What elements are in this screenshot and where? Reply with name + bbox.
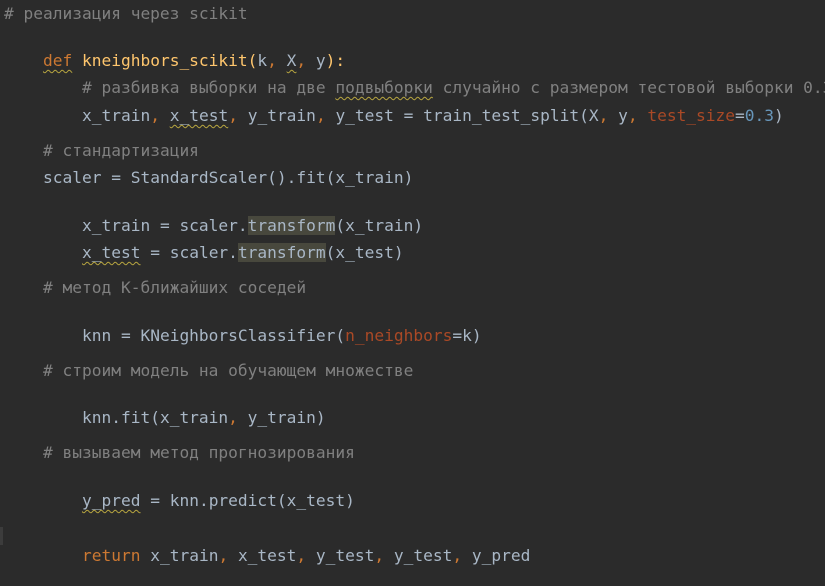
code-line-comment-implementation[interactable]: # реализация через scikit — [4, 4, 248, 24]
code-text: = scaler. — [140, 243, 238, 262]
gutter-marker — [0, 527, 3, 545]
sep: , — [296, 546, 316, 565]
sep: , — [150, 106, 170, 125]
sep: , — [228, 106, 248, 125]
code-text: y_train) — [247, 408, 326, 427]
var-y-train: y_train — [247, 106, 316, 125]
code-line-predict[interactable]: y_pred = knn.predict(x_test) — [43, 471, 355, 510]
var-x-test: x_test — [169, 106, 229, 125]
code-text: x_train — [140, 546, 219, 565]
var-x-train: x_train — [81, 106, 151, 125]
var-x-test: x_test — [81, 243, 141, 262]
code-text: y_pred — [471, 546, 531, 565]
code-text: (x_test) — [325, 243, 404, 262]
sep: , — [374, 546, 394, 565]
sep: , — [598, 106, 619, 125]
code-line-return[interactable]: return x_train, x_test, y_test, y_test, … — [43, 526, 530, 565]
code-line-scaler[interactable]: scaler = StandardScaler().fit(x_train) — [43, 168, 413, 188]
sep: , — [627, 106, 648, 125]
arg-y: y — [618, 106, 628, 125]
equals: = — [735, 106, 745, 125]
kwarg-n-neighbors: n_neighbors — [345, 326, 453, 345]
var-y-pred: y_pred — [81, 491, 141, 510]
code-line-comment-standardization[interactable]: # стандартизация — [43, 141, 199, 161]
code-text: knn = KNeighborsClassifier( — [81, 326, 346, 345]
code-text: =k) — [452, 326, 482, 345]
sep: , — [218, 546, 238, 565]
number-literal: 0.3 — [744, 106, 775, 125]
split-call: y_test = train_test_split(X — [335, 106, 599, 125]
highlighted-method: transform — [237, 243, 326, 262]
paren-close: ) — [774, 106, 784, 125]
code-line-transform-train[interactable]: x_train = scaler.transform(x_train) — [43, 196, 423, 235]
sep: , — [315, 106, 336, 125]
code-line-def[interactable]: def kneighbors_scikit(k, X, y): — [4, 31, 345, 70]
code-line-split[interactable]: x_train, x_test, y_train, y_test = train… — [43, 86, 784, 125]
code-line-comment-knn[interactable]: # метод K-ближайших соседей — [43, 278, 306, 298]
code-line-knn[interactable]: knn = KNeighborsClassifier(n_neighbors=k… — [43, 306, 482, 345]
sep: , — [228, 408, 248, 427]
code-editor[interactable]: # реализация через scikit def kneighbors… — [0, 0, 825, 565]
sep: , — [452, 546, 472, 565]
code-text: y_test — [393, 546, 453, 565]
code-text: = knn.predict(x_test) — [140, 491, 355, 510]
code-line-comment-split[interactable]: # разбивка выборки на две подвыборки слу… — [43, 58, 825, 97]
code-line-transform-test[interactable]: x_test = scaler.transform(x_test) — [43, 223, 404, 262]
code-text: knn.fit(x_train — [81, 408, 229, 427]
code-text: x_test — [237, 546, 297, 565]
kwarg-test-size: test_size — [647, 106, 736, 125]
code-text: y_test — [315, 546, 375, 565]
keyword-return: return — [81, 546, 141, 565]
code-line-comment-predict[interactable]: # вызываем метод прогнозирования — [43, 443, 355, 463]
code-line-comment-fit[interactable]: # строим модель на обучающем множестве — [43, 361, 413, 381]
code-line-fit[interactable]: knn.fit(x_train, y_train) — [43, 388, 326, 427]
